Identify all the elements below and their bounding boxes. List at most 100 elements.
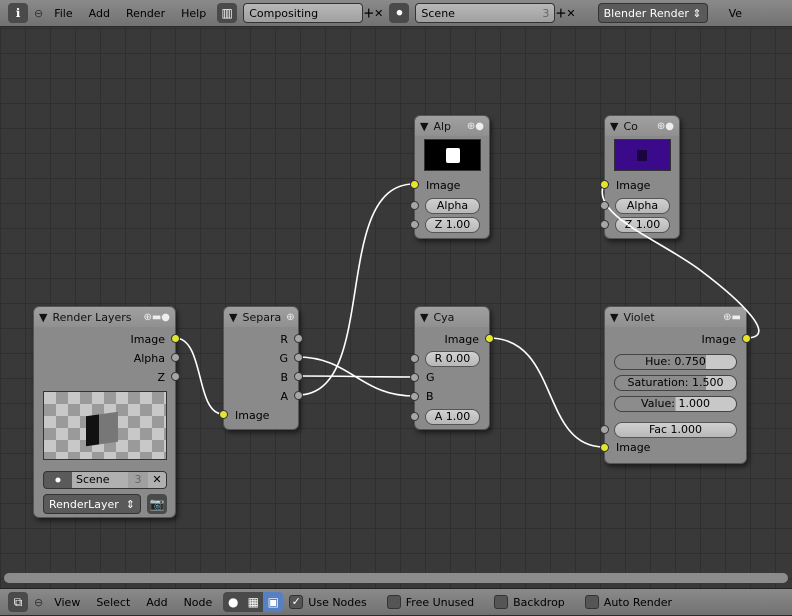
hue-label: Hue: 0.750 xyxy=(645,355,706,368)
input-label-image: Image xyxy=(616,179,651,192)
collapse-icon[interactable]: ⊖ xyxy=(34,7,43,20)
socket-cya-a[interactable] xyxy=(410,412,419,421)
z-field[interactable]: Z 1.00 xyxy=(615,217,670,233)
fac-field[interactable]: Fac 1.000 xyxy=(614,422,737,438)
socket-hsv-image-in[interactable] xyxy=(600,443,609,452)
node-header[interactable]: ▼ Separa ⊕ xyxy=(224,307,298,327)
node-tree-type-selector: ● ▦ ▣ xyxy=(223,592,284,612)
cube-preview xyxy=(86,411,118,447)
collapse-triangle-icon[interactable]: ▼ xyxy=(420,311,428,324)
value-slider[interactable]: Value: 1.000 xyxy=(614,396,737,412)
node-header[interactable]: ▼ Alp ⊕● xyxy=(415,116,489,136)
socket-alp-image[interactable] xyxy=(410,180,419,189)
collapse-icon[interactable]: ⊖ xyxy=(34,596,43,609)
socket-hsv-image-out[interactable] xyxy=(742,334,751,343)
scene-icon[interactable]: ⚫ xyxy=(389,3,410,23)
node-render-layers[interactable]: ▼ Render Layers ⊕▬● Image Alpha Z ⚫ Scene … xyxy=(33,306,176,518)
collapse-triangle-icon[interactable]: ▼ xyxy=(420,120,428,133)
alpha-field[interactable]: Alpha xyxy=(425,198,480,214)
z-field[interactable]: Z 1.00 xyxy=(425,217,480,233)
node-combine[interactable]: ▼ Cya Image R 0.00 G B A 1.00 xyxy=(414,306,490,430)
socket-sep-a[interactable] xyxy=(294,391,303,400)
editor-type-node-icon[interactable]: ⧉ xyxy=(8,592,28,612)
socket-co-z[interactable] xyxy=(600,220,609,229)
unlink-scene-icon[interactable]: ✕ xyxy=(148,472,166,488)
socket-co-alpha[interactable] xyxy=(600,201,609,210)
use-nodes-checkbox[interactable]: ✓ Use Nodes xyxy=(289,595,367,609)
texture-nodes-icon[interactable]: ▦ xyxy=(243,592,264,612)
node-composite[interactable]: ▼ Co ⊕● Image Alpha Z 1.00 xyxy=(604,115,680,239)
node-header[interactable]: ▼ Violet ⊕▬ xyxy=(605,307,746,327)
socket-alp-z[interactable] xyxy=(410,220,419,229)
render-layer-dropdown[interactable]: RenderLayer ⇕ xyxy=(43,494,141,514)
menu-help[interactable]: Help xyxy=(176,7,211,20)
menu-add[interactable]: Add xyxy=(84,7,115,20)
alpha-field[interactable]: Alpha xyxy=(615,198,670,214)
socket-cya-image-out[interactable] xyxy=(485,334,494,343)
horizontal-scrollbar[interactable] xyxy=(4,573,788,583)
hue-slider[interactable]: Hue: 0.750 xyxy=(614,354,737,370)
socket-rl-z[interactable] xyxy=(171,372,180,381)
output-label-r: R xyxy=(280,333,288,346)
checkmark-icon: ✓ xyxy=(289,595,304,609)
add-scene-button[interactable]: ＋✕ xyxy=(555,5,575,21)
scene-field[interactable]: Scene 3 xyxy=(415,3,556,23)
compositing-nodes-icon[interactable]: ▣ xyxy=(263,592,284,612)
menu-render[interactable]: Render xyxy=(121,7,170,20)
menu-select[interactable]: Select xyxy=(91,596,135,609)
menu-node[interactable]: Node xyxy=(179,596,218,609)
collapse-triangle-icon[interactable]: ▼ xyxy=(229,311,237,324)
editor-type-info-icon[interactable]: ℹ xyxy=(8,3,28,23)
menu-file[interactable]: File xyxy=(49,7,77,20)
backdrop-label: Backdrop xyxy=(513,595,565,609)
node-options-icon[interactable]: ⊕▬● xyxy=(143,312,170,323)
socket-co-image[interactable] xyxy=(600,180,609,189)
node-hue-saturation[interactable]: ▼ Violet ⊕▬ Image Hue: 0.750 Saturation: 1… xyxy=(604,306,747,464)
a-field[interactable]: A 1.00 xyxy=(425,409,480,425)
socket-alp-alpha[interactable] xyxy=(410,201,419,210)
node-options-icon[interactable]: ⊕● xyxy=(657,121,674,132)
auto-render-checkbox[interactable]: Auto Render xyxy=(584,595,672,609)
socket-cya-r[interactable] xyxy=(410,354,419,363)
node-options-icon[interactable]: ⊕▬ xyxy=(723,312,741,323)
free-unused-checkbox[interactable]: Free Unused xyxy=(386,595,474,609)
collapse-triangle-icon[interactable]: ▼ xyxy=(610,120,618,133)
alpha-preview xyxy=(424,139,481,171)
collapse-triangle-icon[interactable]: ▼ xyxy=(610,311,618,324)
input-label-b: B xyxy=(426,390,434,403)
node-header[interactable]: ▼ Render Layers ⊕▬● xyxy=(34,307,175,327)
socket-sep-b[interactable] xyxy=(294,372,303,381)
node-options-icon[interactable]: ⊕ xyxy=(286,312,294,323)
render-camera-icon[interactable]: 📷 xyxy=(147,494,167,514)
socket-rl-image[interactable] xyxy=(171,334,180,343)
node-title: Co xyxy=(623,119,638,133)
node-separate[interactable]: ▼ Separa ⊕ R G B A Image xyxy=(223,306,299,430)
render-engine-dropdown[interactable]: Blender Render ⇕ xyxy=(597,3,708,23)
socket-sep-r[interactable] xyxy=(294,334,303,343)
node-alpha-viewer[interactable]: ▼ Alp ⊕● Image Alpha Z 1.00 xyxy=(414,115,490,239)
layout-field[interactable]: Compositing xyxy=(243,3,364,23)
menu-view[interactable]: View xyxy=(49,596,85,609)
shader-nodes-icon[interactable]: ● xyxy=(223,592,244,612)
scene-selector[interactable]: ⚫ Scene 3 ✕ xyxy=(43,471,167,489)
scene-name[interactable]: Scene xyxy=(72,472,128,488)
socket-sep-image-in[interactable] xyxy=(219,410,228,419)
menu-add[interactable]: Add xyxy=(141,596,172,609)
collapse-triangle-icon[interactable]: ▼ xyxy=(39,311,47,324)
socket-cya-g[interactable] xyxy=(410,373,419,382)
screen-layout-icon[interactable]: ▥ xyxy=(217,3,238,23)
node-header[interactable]: ▼ Cya xyxy=(415,307,489,327)
node-header[interactable]: ▼ Co ⊕● xyxy=(605,116,679,136)
socket-rl-alpha[interactable] xyxy=(171,353,180,362)
scene-users: 3 xyxy=(542,6,550,20)
auto-render-label: Auto Render xyxy=(603,595,672,609)
socket-cya-b[interactable] xyxy=(410,392,419,401)
add-layout-button[interactable]: ＋✕ xyxy=(363,5,383,21)
socket-hsv-fac[interactable] xyxy=(600,425,609,434)
input-label-image: Image xyxy=(426,179,461,192)
node-options-icon[interactable]: ⊕● xyxy=(467,121,484,132)
socket-sep-g[interactable] xyxy=(294,353,303,362)
r-field[interactable]: R 0.00 xyxy=(425,351,480,367)
saturation-slider[interactable]: Saturation: 1.500 xyxy=(614,375,737,391)
backdrop-checkbox[interactable]: Backdrop xyxy=(494,595,565,609)
